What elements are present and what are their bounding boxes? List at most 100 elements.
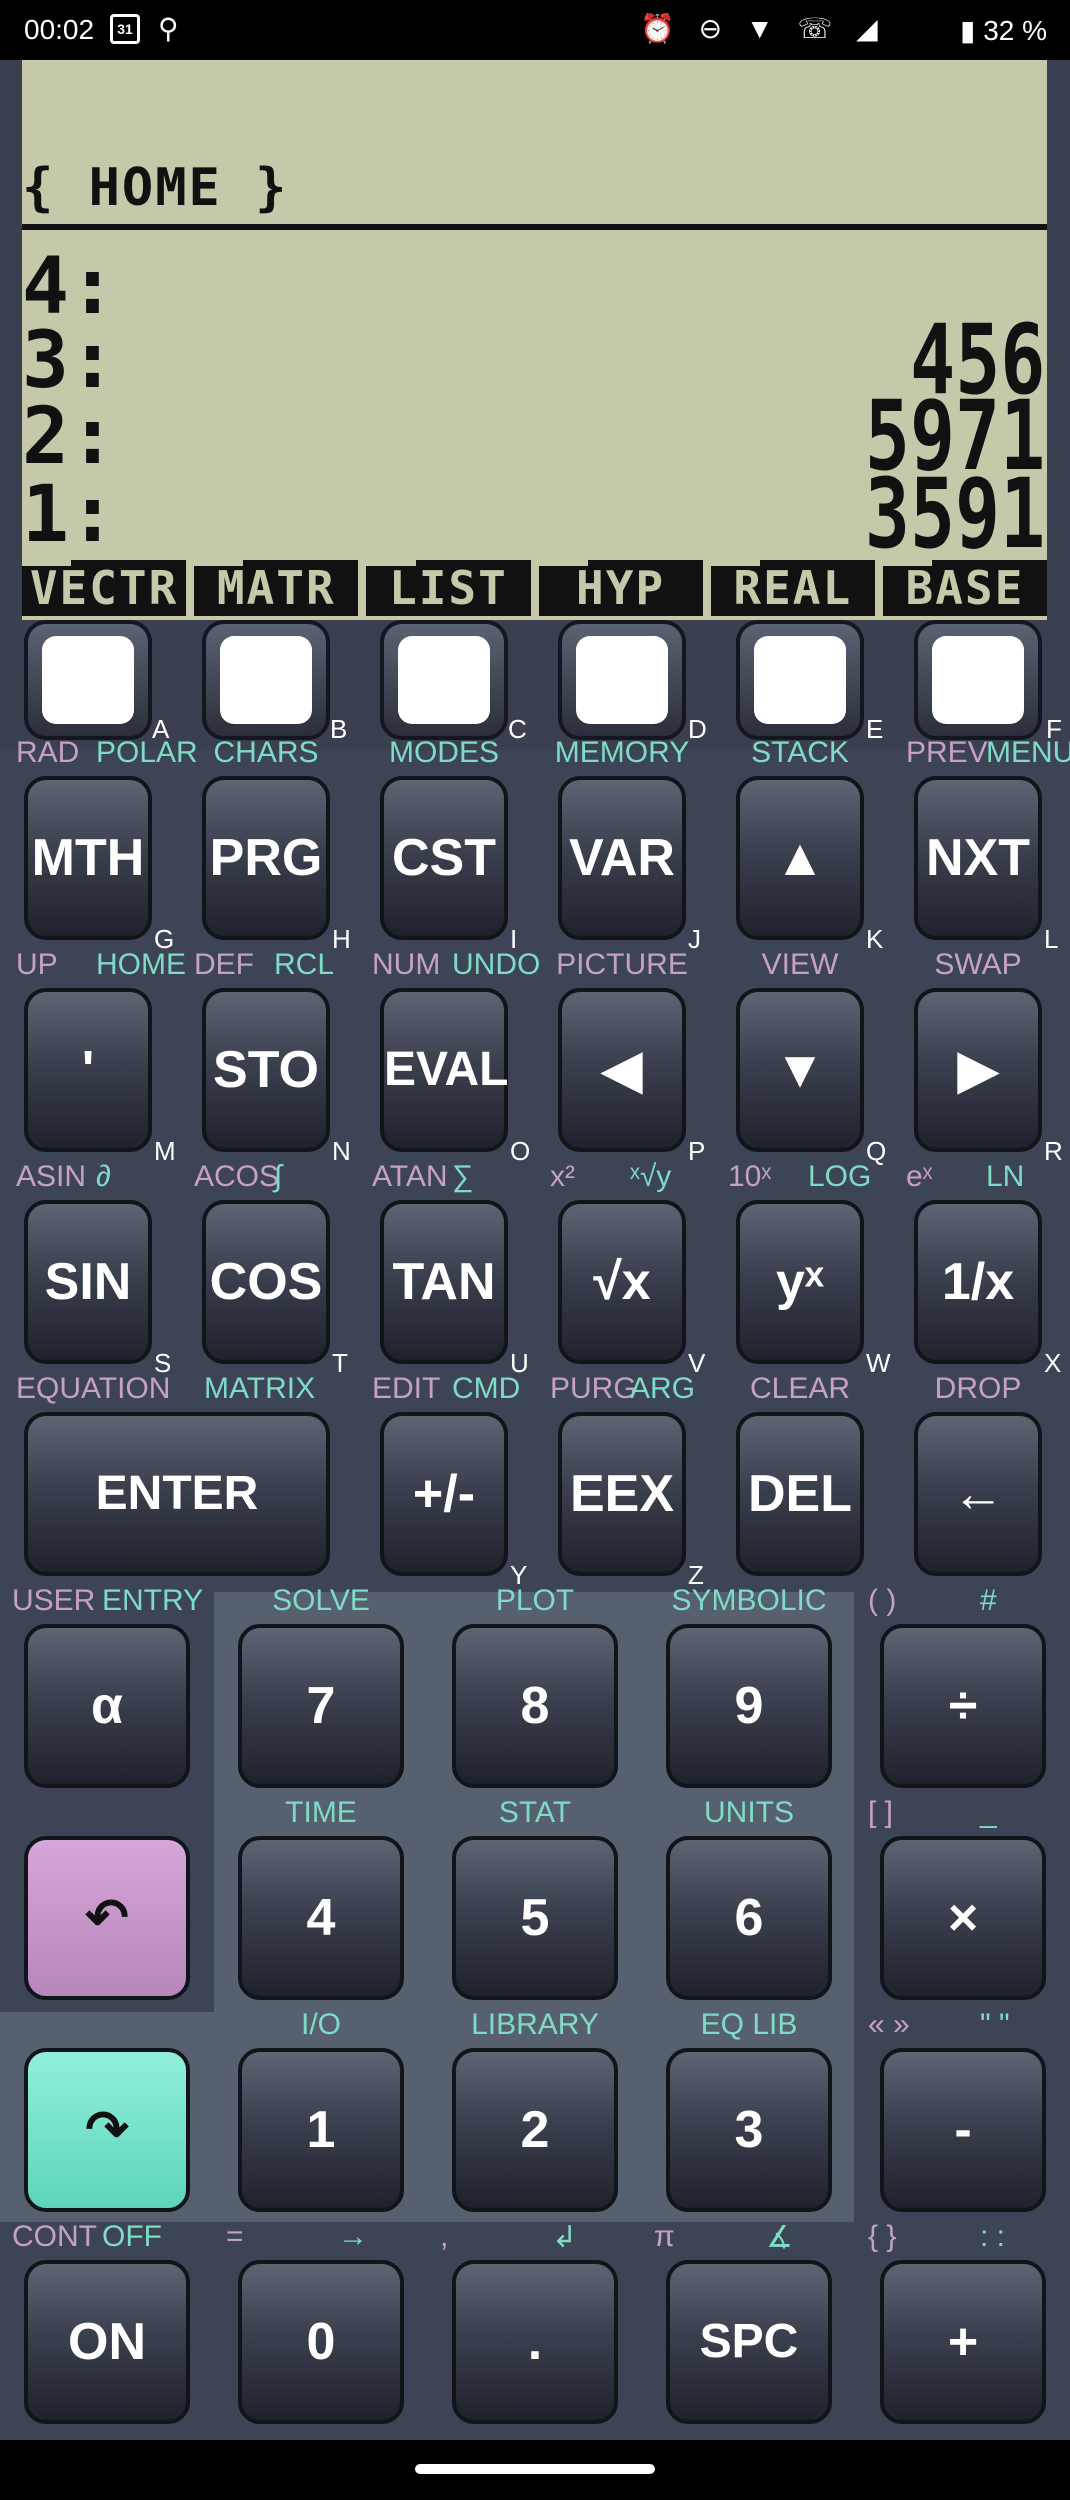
key-label: 0 [306, 2313, 336, 2371]
menu-key-f[interactable] [914, 620, 1042, 740]
alpha-letter: P [688, 1136, 706, 1166]
softkey-menu: VECTR MATR LIST HYP REAL BASE [22, 560, 1047, 616]
key-mth-00[interactable]: MTH [24, 776, 152, 940]
key-sto-11[interactable]: STO [202, 988, 330, 1152]
key-label: + [947, 2313, 979, 2371]
shift-left-label: CLEAR [749, 1372, 851, 1405]
key-1-n21[interactable]: 1 [238, 2048, 404, 2212]
key-sin-20[interactable]: SIN [24, 1200, 152, 1364]
key-x-23[interactable]: √x [558, 1200, 686, 1364]
shift-right-label: → [338, 2220, 368, 2253]
key-label: 1/x [941, 1253, 1015, 1311]
key-sym-n04[interactable]: ÷ [880, 1624, 1046, 1788]
key-label: 2 [520, 2101, 550, 2159]
shift-right-label: STAT [498, 1796, 572, 1829]
key-cst-02[interactable]: CST [380, 776, 508, 940]
key-label: ↷ [85, 2101, 129, 2159]
key-0-n31[interactable]: 0 [238, 2260, 404, 2424]
shift-right-label: ENTRY [102, 1584, 204, 1617]
shift-right-label: ∫ [274, 1160, 283, 1193]
key-on-n30[interactable]: ON [24, 2260, 190, 2424]
key-label: - [954, 2101, 972, 2159]
shift-right-label: # [980, 1584, 997, 1617]
stack-level-1-value: 3591 [864, 458, 1045, 570]
menu-key-d[interactable] [558, 620, 686, 740]
shift-left-label: ( ) [868, 1584, 897, 1617]
key-sym-n34[interactable]: + [880, 2260, 1046, 2424]
shift-left-label: EQUATION [16, 1372, 171, 1405]
shift-right-label: UNDO [452, 948, 541, 981]
key-sym-n32[interactable]: . [452, 2260, 618, 2424]
key-4-n11[interactable]: 4 [238, 1836, 404, 2000]
shift-left-label: EDIT [372, 1372, 441, 1405]
key-label: 9 [734, 1677, 764, 1735]
key-label: DEL [748, 1465, 852, 1523]
key-1-x-25[interactable]: 1/x [914, 1200, 1042, 1364]
shift-right-label: ↲ [552, 2221, 578, 2254]
key-enter-30[interactable]: ENTER [24, 1412, 330, 1576]
shift-right-label: UNITS [704, 1796, 794, 1829]
shift-right-label: LN [986, 1160, 1025, 1193]
key-var-03[interactable]: VAR [558, 776, 686, 940]
key-y-24[interactable]: yˣ [736, 1200, 864, 1364]
key-del-33[interactable]: DEL [736, 1412, 864, 1576]
key-sym-n00[interactable]: α [24, 1624, 190, 1788]
shift-left-label: « » [868, 2008, 910, 2041]
key-2-n22[interactable]: 2 [452, 2048, 618, 2212]
key-label: CST [392, 829, 496, 887]
key-label: TAN [392, 1253, 496, 1311]
key-sym-14[interactable]: ▼ [736, 988, 864, 1152]
key-cos-21[interactable]: COS [202, 1200, 330, 1364]
key-sym-n10[interactable]: ↶ [24, 1836, 190, 2000]
menu-key-c[interactable] [380, 620, 508, 740]
shift-left-label: CONT [12, 2220, 97, 2253]
shift-right-label: ∂ [96, 1160, 111, 1193]
key-sym-34[interactable]: ← [914, 1412, 1042, 1576]
key-7-n01[interactable]: 7 [238, 1624, 404, 1788]
key-9-n03[interactable]: 9 [666, 1624, 832, 1788]
system-icons: ⏰ ⊖ ▼ ☏ ◢ [640, 13, 886, 44]
key-label: 6 [734, 1889, 764, 1947]
key-5-n12[interactable]: 5 [452, 1836, 618, 2000]
key-sym-n20[interactable]: ↷ [24, 2048, 190, 2212]
key-3-n23[interactable]: 3 [666, 2048, 832, 2212]
alpha-letter: M [154, 1136, 176, 1166]
battery-indicator: ▮ 32 % [960, 15, 1048, 46]
key-sym-04[interactable]: ▲ [736, 776, 864, 940]
key-eval-12[interactable]: EVAL [380, 988, 508, 1152]
key-label: × [947, 1889, 979, 1947]
key-8-n02[interactable]: 8 [452, 1624, 618, 1788]
key-label: ← [952, 1465, 1004, 1523]
key-sym-n14[interactable]: × [880, 1836, 1046, 2000]
key-6-n13[interactable]: 6 [666, 1836, 832, 2000]
softkey-label-real: REAL [710, 560, 875, 616]
clock: 00:02 [24, 14, 95, 45]
key-prg-01[interactable]: PRG [202, 776, 330, 940]
key-eex-32[interactable]: EEX [558, 1412, 686, 1576]
key-sym-15[interactable]: ▶ [914, 988, 1042, 1152]
key-sym-31[interactable]: +/- [380, 1412, 508, 1576]
display-bezel: { HOME } 4: 3: 456 2: 5971 1: 3591 VECTR… [0, 60, 1070, 750]
key-sym-10[interactable]: ' [24, 988, 152, 1152]
key-label: α [91, 1677, 123, 1735]
menu-key-a[interactable] [24, 620, 152, 740]
key-sym-13[interactable]: ◀ [558, 988, 686, 1152]
key-tan-22[interactable]: TAN [380, 1200, 508, 1364]
menu-key-b[interactable] [202, 620, 330, 740]
key-nxt-05[interactable]: NXT [914, 776, 1042, 940]
key-spc-n33[interactable]: SPC [666, 2260, 832, 2424]
key-label: EEX [569, 1465, 675, 1523]
home-gesture-handle[interactable] [415, 2464, 655, 2474]
key-label: NXT [926, 829, 1030, 887]
key-sym-n24[interactable]: - [880, 2048, 1046, 2212]
key-label: COS [209, 1253, 323, 1311]
shift-right-label: LOG [808, 1160, 872, 1193]
shift-right-label: MENU [986, 736, 1070, 769]
key-label: EVAL [384, 1043, 509, 1096]
shift-right-label: RCL [274, 948, 335, 981]
softkey-label-base: BASE [882, 560, 1047, 616]
shift-left-label: = [226, 2220, 244, 2253]
softkey-label-hyp: HYP [538, 560, 703, 616]
menu-key-e[interactable] [736, 620, 864, 740]
shift-right-label: ˣ√y [630, 1160, 672, 1193]
